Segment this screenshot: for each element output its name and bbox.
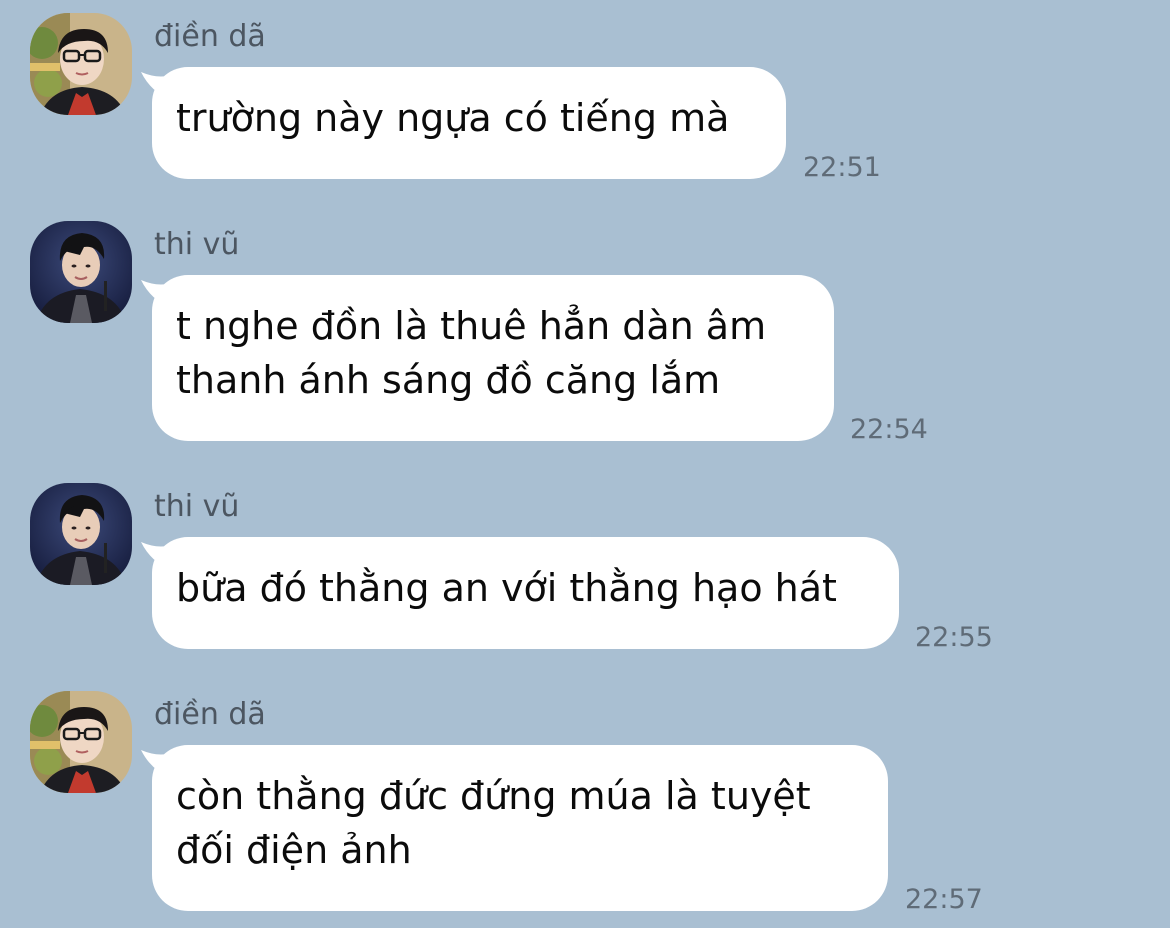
message-bubble[interactable]: trường này ngựa có tiếng mà [141, 67, 786, 179]
message-bubble[interactable]: bữa đó thằng an với thằng hạo hát [141, 537, 899, 649]
avatar-dien-da-image [30, 13, 132, 115]
sender-name: thi vũ [154, 227, 240, 262]
message-row: thi vũ bữa đó thằng an với thằng hạo hát… [0, 483, 1170, 653]
message-time: 22:51 [803, 152, 881, 183]
message-text: trường này ngựa có tiếng mà [176, 96, 730, 140]
avatar-thi-vu-image [30, 221, 132, 323]
message-text: t nghe đồn là thuê hẳn dàn âm thanh ánh … [176, 304, 767, 402]
bubble-tail-icon [141, 72, 171, 100]
message-row: điền dã còn thằng đức đứng múa là tuyệt … [0, 691, 1170, 921]
sender-name: điền dã [154, 697, 266, 732]
bubble-tail-icon [141, 750, 171, 778]
message-time: 22:55 [915, 622, 993, 653]
message-time: 22:57 [905, 884, 983, 915]
chat-message-list[interactable]: điền dã trường này ngựa có tiếng mà 22:5… [0, 0, 1170, 928]
bubble-tail-icon [141, 542, 171, 570]
sender-name: thi vũ [154, 489, 240, 524]
message-bubble[interactable]: t nghe đồn là thuê hẳn dàn âm thanh ánh … [141, 275, 834, 441]
sender-avatar[interactable] [30, 483, 132, 585]
sender-name: điền dã [154, 19, 266, 54]
message-text: còn thằng đức đứng múa là tuyệt đối điện… [176, 774, 811, 872]
sender-avatar[interactable] [30, 13, 132, 115]
sender-avatar[interactable] [30, 221, 132, 323]
avatar-thi-vu-image [30, 483, 132, 585]
message-row: thi vũ t nghe đồn là thuê hẳn dàn âm tha… [0, 221, 1170, 446]
message-text: bữa đó thằng an với thằng hạo hát [176, 566, 837, 610]
message-time: 22:54 [850, 414, 928, 445]
message-row: điền dã trường này ngựa có tiếng mà 22:5… [0, 13, 1170, 183]
message-bubble[interactable]: còn thằng đức đứng múa là tuyệt đối điện… [141, 745, 888, 911]
bubble-tail-icon [141, 280, 171, 308]
sender-avatar[interactable] [30, 691, 132, 793]
avatar-dien-da-image [30, 691, 132, 793]
